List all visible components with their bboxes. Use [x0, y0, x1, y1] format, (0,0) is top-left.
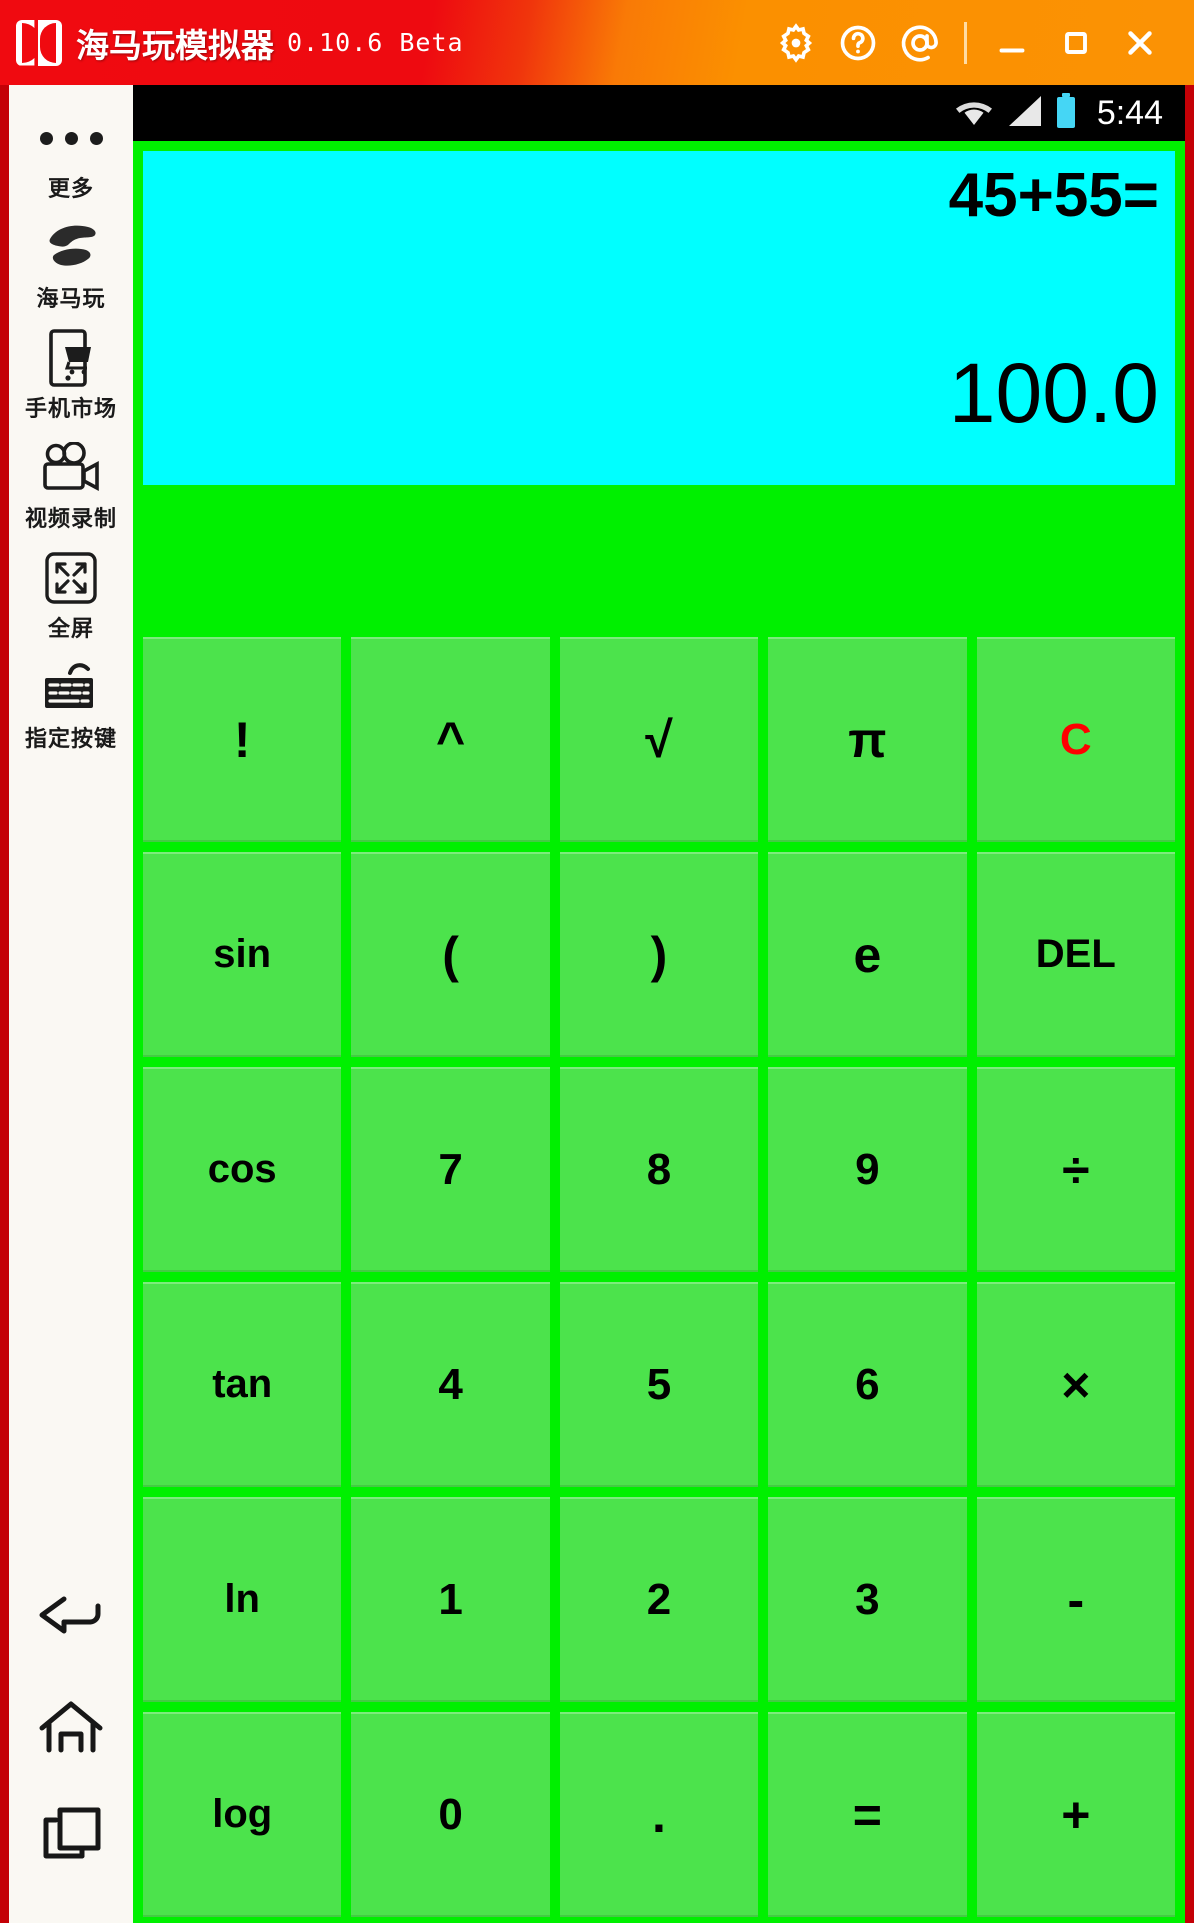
sidebar-item-key-mapping[interactable]: 指定按键: [9, 657, 133, 753]
droid4x-logo-icon: [16, 19, 62, 66]
calc-key-digit-7[interactable]: 7: [351, 1067, 550, 1272]
sidebar-item-video-record[interactable]: 视频录制: [9, 437, 133, 533]
back-button[interactable]: [9, 1565, 133, 1673]
more-dots-icon: [39, 107, 103, 169]
fullscreen-expand-icon: [43, 547, 99, 609]
sidebar-item-haimawan[interactable]: 海马玩: [9, 217, 133, 313]
calculator-keypad: ! ^ √ π Csin() e DEL cos 7 8 9 ÷ tan 4 5 6 × ln 1 2 3- log 0. =…: [143, 637, 1175, 1917]
calc-key-clear[interactable]: C: [976, 637, 1175, 842]
calc-key-delete[interactable]: DEL: [976, 852, 1175, 1057]
sidebar-item-label: 视频录制: [24, 506, 117, 531]
calculator-expression: 45+55=: [948, 161, 1159, 230]
recent-apps-button[interactable]: [9, 1781, 133, 1889]
sidebar-item-label: 海马玩: [36, 286, 106, 311]
calculator-result: 100.0: [948, 346, 1159, 440]
close-button[interactable]: [1108, 12, 1172, 74]
calc-key-power[interactable]: ^: [351, 637, 550, 842]
sidebar-item-app-market[interactable]: 手机市场: [9, 327, 133, 423]
haimawan-logo-icon: [42, 217, 100, 279]
cellular-signal-icon: [1007, 94, 1043, 133]
calc-key-digit-1[interactable]: 1: [351, 1497, 550, 1702]
sidebar-item-more[interactable]: 更多: [9, 107, 133, 203]
calc-key-multiply[interactable]: ×: [976, 1282, 1175, 1487]
question-circle-icon[interactable]: [827, 12, 889, 74]
calc-key-digit-5[interactable]: 5: [559, 1282, 759, 1487]
calc-key-log[interactable]: log: [143, 1712, 342, 1917]
sidebar-item-label: 手机市场: [24, 396, 117, 421]
calc-key-minus[interactable]: -: [976, 1497, 1175, 1702]
app-version: 0.10.6 Beta: [287, 28, 464, 57]
calc-key-sin[interactable]: sin: [143, 852, 342, 1057]
home-button[interactable]: [9, 1673, 133, 1781]
calculator-display[interactable]: 45+55= 100.0: [143, 151, 1175, 485]
calc-key-digit-9[interactable]: 9: [768, 1067, 967, 1272]
battery-icon: [1054, 92, 1078, 135]
sidebar-item-fullscreen[interactable]: 全屏: [9, 547, 133, 643]
calc-key-divide[interactable]: ÷: [976, 1067, 1175, 1272]
calc-key-plus[interactable]: +: [976, 1712, 1175, 1917]
emulator-window: 海马玩模拟器 0.10.6 Beta 更多 海马玩 手机市场 视频录制 全屏 指…: [0, 0, 1194, 1923]
calc-key-factorial[interactable]: !: [143, 637, 342, 842]
title-bar: 海马玩模拟器 0.10.6 Beta: [0, 0, 1194, 85]
calc-key-equals[interactable]: =: [768, 1712, 967, 1917]
app-store-phone-icon: [45, 327, 97, 389]
status-bar-clock: 5:44: [1096, 93, 1163, 132]
android-status-bar: 5:44: [133, 85, 1185, 141]
calc-key-pi[interactable]: π: [768, 637, 967, 842]
calc-key-digit-3[interactable]: 3: [768, 1497, 967, 1702]
gear-icon[interactable]: [765, 12, 827, 74]
calc-key-digit-2[interactable]: 2: [559, 1497, 759, 1702]
title-bar-actions: [765, 12, 1172, 74]
calc-key-ln[interactable]: ln: [143, 1497, 342, 1702]
calc-key-sqrt[interactable]: √: [559, 637, 759, 842]
left-sidebar: 更多 海马玩 手机市场 视频录制 全屏 指定按键: [9, 85, 133, 1923]
sidebar-nav-group: [9, 1565, 133, 1923]
calc-key-digit-6[interactable]: 6: [768, 1282, 967, 1487]
calc-key-open-paren[interactable]: (: [351, 852, 550, 1057]
calc-key-digit-8[interactable]: 8: [559, 1067, 759, 1272]
wifi-icon: [952, 94, 996, 133]
calc-key-digit-4[interactable]: 4: [351, 1282, 550, 1487]
calc-key-euler[interactable]: e: [768, 852, 967, 1057]
at-sign-icon[interactable]: [889, 12, 951, 74]
maximize-button[interactable]: [1044, 12, 1108, 74]
sidebar-item-label: 指定按键: [24, 726, 117, 751]
sidebar-item-label: 更多: [47, 176, 94, 201]
app-title: 海马玩模拟器: [76, 26, 274, 64]
title-bar-divider: [964, 21, 967, 64]
calc-key-decimal[interactable]: .: [559, 1712, 759, 1917]
video-camera-icon: [39, 437, 103, 499]
sidebar-item-label: 全屏: [47, 616, 94, 641]
keyboard-mapping-icon: [40, 657, 102, 719]
calc-key-cos[interactable]: cos: [143, 1067, 342, 1272]
minimize-button[interactable]: [980, 12, 1044, 74]
calc-key-close-paren[interactable]: ): [559, 852, 759, 1057]
calc-key-tan[interactable]: tan: [143, 1282, 342, 1487]
calc-key-digit-0[interactable]: 0: [351, 1712, 550, 1917]
android-screen: 5:44 45+55= 100.0 ! ^ √ π Csin() e DEL cos 7 8 9 ÷ t…: [133, 85, 1185, 1923]
